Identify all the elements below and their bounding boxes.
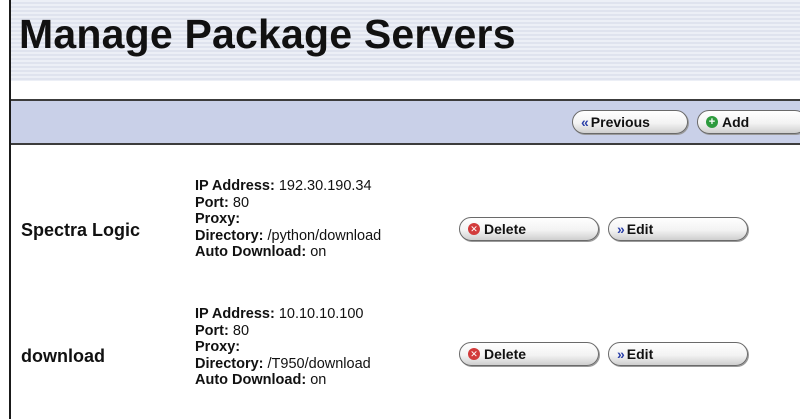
delete-button[interactable]: ✕ Delete: [459, 217, 599, 241]
add-button[interactable]: + Add: [697, 110, 800, 134]
port-label: Port:: [195, 194, 229, 211]
double-chevron-right-icon: »: [617, 346, 625, 362]
server-name: download: [21, 346, 105, 366]
edit-button-label: Edit: [626, 221, 654, 237]
edit-button[interactable]: » Edit: [608, 342, 748, 366]
edit-button[interactable]: » Edit: [608, 217, 748, 241]
ip-address-value: 10.10.10.100: [278, 306, 364, 322]
ip-address-label: IP Address:: [195, 178, 275, 194]
ip-address-line: IP Address: 192.30.190.34: [195, 178, 381, 195]
auto-download-line: Auto Download: on: [195, 244, 381, 261]
server-name: Spectra Logic: [21, 220, 141, 240]
double-chevron-left-icon: «: [581, 114, 589, 130]
page-header: Manage Package Servers: [11, 0, 800, 81]
ip-address-label: IP Address:: [195, 306, 275, 322]
ip-address-line: IP Address: 10.10.10.100: [195, 306, 371, 323]
directory-label: Directory:: [195, 227, 264, 244]
page-frame: Manage Package Servers « Previous + Add …: [9, 0, 800, 419]
directory-line: Directory: /T950/download: [195, 356, 371, 373]
port-value: 80: [232, 194, 250, 211]
ip-address-value: 192.30.190.34: [278, 178, 372, 194]
directory-value: /python/download: [267, 227, 382, 244]
proxy-label: Proxy:: [195, 211, 241, 227]
previous-button[interactable]: « Previous: [572, 110, 688, 134]
auto-download-line: Auto Download: on: [195, 372, 371, 389]
delete-button[interactable]: ✕ Delete: [459, 342, 599, 366]
port-line: Port: 80: [195, 195, 381, 212]
x-circle-icon: ✕: [468, 223, 480, 235]
delete-button-label: Delete: [484, 346, 527, 362]
auto-download-label: Auto Download:: [195, 372, 307, 388]
port-value: 80: [232, 322, 250, 339]
auto-download-label: Auto Download:: [195, 244, 307, 260]
proxy-line: Proxy:: [195, 211, 381, 228]
page-title: Manage Package Servers: [19, 11, 516, 57]
port-label: Port:: [195, 322, 229, 339]
directory-label: Directory:: [195, 355, 264, 372]
proxy-label: Proxy:: [195, 339, 241, 355]
proxy-line: Proxy:: [195, 339, 371, 356]
x-circle-icon: ✕: [468, 348, 480, 360]
add-button-label: Add: [722, 114, 750, 130]
previous-button-label: Previous: [590, 114, 650, 130]
auto-download-value: on: [310, 244, 327, 260]
port-line: Port: 80: [195, 323, 371, 340]
toolbar: « Previous + Add: [11, 99, 800, 145]
delete-button-label: Delete: [484, 221, 527, 237]
auto-download-value: on: [310, 372, 327, 388]
directory-line: Directory: /python/download: [195, 228, 381, 245]
directory-value: /T950/download: [267, 355, 371, 372]
double-chevron-right-icon: »: [617, 221, 625, 237]
server-details: IP Address: 192.30.190.34 Port: 80 Proxy…: [195, 178, 381, 261]
server-details: IP Address: 10.10.10.100 Port: 80 Proxy:…: [195, 306, 371, 389]
plus-circle-icon: +: [706, 116, 718, 128]
edit-button-label: Edit: [626, 346, 654, 362]
